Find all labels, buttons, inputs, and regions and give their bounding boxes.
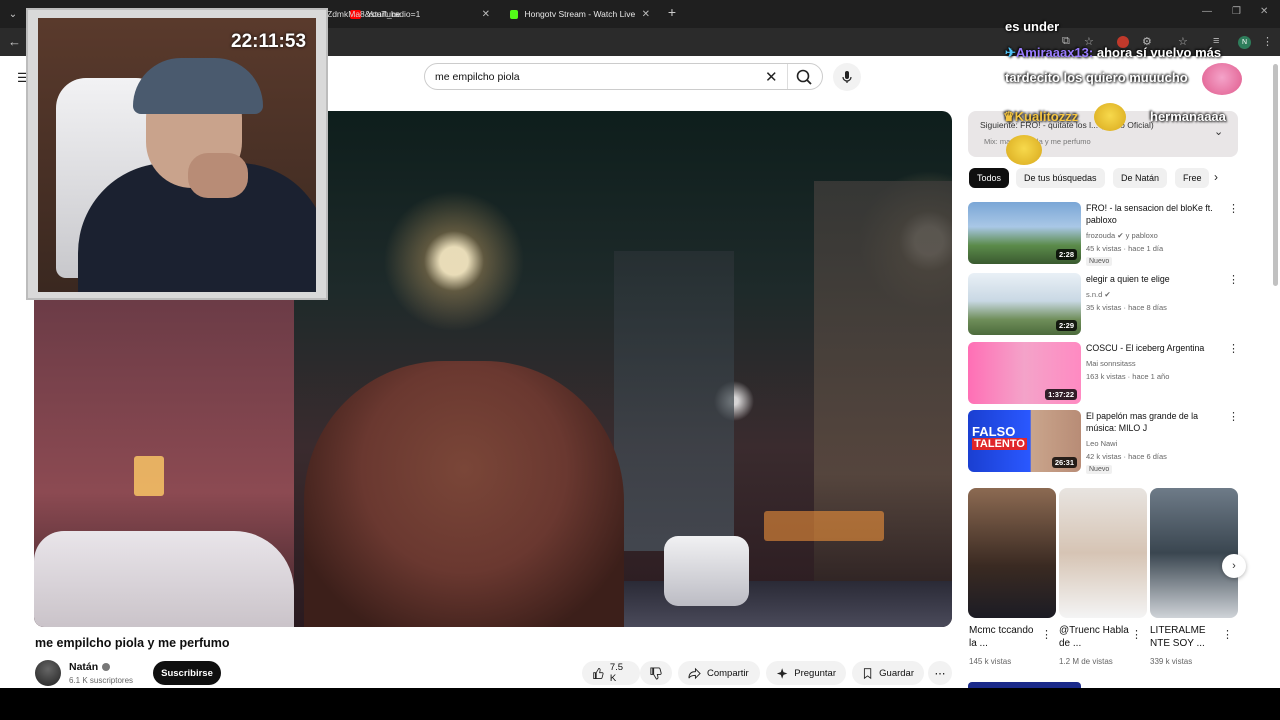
more-actions-button[interactable]: ⋯ (928, 661, 952, 685)
video-scene-car (34, 531, 294, 627)
maximize-icon[interactable]: ❐ (1232, 6, 1241, 17)
short-title[interactable]: @Truenc Habla de ... (1059, 624, 1129, 650)
chip-de-natan[interactable]: De Natán (1113, 168, 1168, 188)
scrollbar-thumb[interactable] (1273, 64, 1278, 286)
short-thumbnail[interactable] (968, 488, 1056, 618)
more-options-icon[interactable]: ⋮ (1131, 628, 1142, 641)
short-views: 339 k vistas (1150, 657, 1193, 666)
clear-search-icon[interactable]: ✕ (765, 68, 778, 86)
tab-search-button[interactable]: ⌄ (0, 0, 26, 28)
video-title: me empilcho piola y me perfumo (35, 636, 230, 650)
stream-clock: 22:11:53 (231, 31, 307, 52)
microphone-icon (842, 71, 852, 83)
sparkle-icon (776, 667, 788, 679)
chevron-down-icon[interactable]: ⌄ (1214, 125, 1223, 138)
search-icon[interactable] (795, 68, 815, 86)
bookmark-icon (863, 667, 872, 679)
short-title[interactable]: LITERALME NTE SOY ... (1150, 624, 1220, 650)
profile-avatar[interactable]: N (1238, 36, 1251, 49)
short-title[interactable]: Mcmc tccando la ... (969, 624, 1039, 650)
more-options-icon[interactable]: ⋮ (1228, 202, 1239, 215)
close-tab-icon[interactable]: ✕ (482, 9, 490, 20)
chevron-right-icon[interactable]: › (1214, 170, 1218, 184)
chip-todos[interactable]: Todos (969, 168, 1010, 188)
thumbnail-text: FALSO (972, 424, 1016, 439)
webcam-hand (188, 153, 248, 198)
like-button[interactable]: 7.5 K (582, 661, 640, 685)
new-tab-button[interactable]: + (664, 4, 680, 20)
video-scene-person (304, 361, 624, 627)
dislike-button[interactable] (640, 661, 672, 685)
channel-name[interactable]: Natán (69, 661, 111, 673)
video-scene-street (594, 581, 952, 627)
short-views: 1.2 M de vistas (1059, 657, 1113, 666)
recommendation-item[interactable]: 1:37:22 COSCU - El iceberg Argentina Mai… (968, 342, 1239, 404)
more-options-icon[interactable]: ⋮ (1228, 410, 1239, 423)
more-options-icon[interactable]: ⋮ (1228, 342, 1239, 355)
recommendation-item[interactable]: FALSO TALENTO 26:31 El papelón mas grand… (968, 410, 1239, 474)
kick-icon (510, 9, 519, 19)
tab-hongotv[interactable]: Hongotv Stream - Watch Live o ✕ (502, 2, 658, 26)
webcam-cap (133, 58, 263, 114)
subscribe-button[interactable]: Suscribirse (153, 661, 221, 685)
video-scene-tower (614, 251, 734, 551)
letterbox-bar (0, 688, 1280, 720)
back-icon[interactable]: ← (8, 34, 21, 49)
webcam-feed (38, 18, 316, 292)
close-tab-icon[interactable]: ✕ (642, 9, 650, 20)
chat-message: es under (1005, 19, 1060, 34)
thumbs-down-icon (650, 666, 662, 680)
chat-badge-icon: ✈ (1005, 45, 1016, 60)
recommendation-item[interactable]: 2:28 FRO! - la sensacion del bloKe ft. p… (968, 202, 1239, 266)
short-thumbnail[interactable] (1059, 488, 1147, 618)
browser-menu-icon[interactable]: ⋮ (1262, 35, 1273, 48)
chat-message: tardecito los quiero muuucho (1005, 70, 1188, 85)
sad-emote-icon (1006, 135, 1042, 165)
more-options-icon[interactable]: ⋮ (1222, 628, 1233, 641)
more-icon: ⋯ (934, 667, 946, 680)
short-thumbnail[interactable] (1150, 488, 1238, 618)
search-box[interactable]: me empilcho piola ✕ (424, 63, 823, 90)
chat-message: ✈Amiraaax13: ahora sí vuelvo más (1005, 45, 1222, 60)
channel-avatar[interactable] (35, 660, 61, 686)
more-options-icon[interactable]: ⋮ (1228, 273, 1239, 286)
new-badge: Nuevo (1086, 257, 1113, 266)
voice-search-button[interactable] (833, 63, 861, 91)
short-views: 145 k vistas (969, 657, 1012, 666)
chat-emote-icon (1202, 63, 1242, 95)
share-button[interactable]: Compartir (678, 661, 760, 685)
chat-message: hermanaaaa (1150, 109, 1226, 124)
share-icon (688, 667, 701, 679)
chip-free[interactable]: Free (1175, 168, 1209, 188)
url-field[interactable]: ZdmkMa8&start_radio=1 (327, 9, 420, 19)
video-scene-neon (764, 511, 884, 541)
more-options-icon[interactable]: ⋮ (1041, 628, 1052, 641)
search-input[interactable]: me empilcho piola (435, 71, 520, 83)
search-divider (787, 64, 788, 89)
new-badge: Nuevo (1086, 465, 1113, 474)
ask-button[interactable]: Preguntar (766, 661, 846, 685)
chip-de-tus-busquedas[interactable]: De tus búsquedas (1016, 168, 1105, 188)
video-scene-neon (134, 456, 164, 496)
chat-message: ♛Kualitozzz (1003, 109, 1079, 124)
crown-icon: ♛ (1003, 109, 1015, 124)
video-thumbnail[interactable]: FALSO TALENTO 26:31 (968, 410, 1081, 472)
video-thumbnail[interactable]: 1:37:22 (968, 342, 1081, 404)
recommendation-item[interactable]: 2:29 elegir a quien te elige s.n.d ✔ 35 … (968, 273, 1239, 335)
chevron-right-icon[interactable]: › (1222, 554, 1246, 578)
thumbs-up-icon (593, 667, 604, 679)
save-button[interactable]: Guardar (852, 661, 924, 685)
screen: ⌄ YouTube ✕ Hongotv Stream - Watch Live … (0, 0, 1280, 720)
sad-emote-icon (1094, 103, 1126, 131)
subscriber-count: 6.1 K suscriptores (69, 676, 134, 685)
video-scene-car (664, 536, 749, 606)
window-close-icon[interactable]: ✕ (1260, 6, 1268, 17)
thumbnail-text: TALENTO (972, 438, 1027, 450)
video-thumbnail[interactable]: 2:28 (968, 202, 1081, 264)
minimize-icon[interactable]: — (1202, 6, 1212, 17)
video-thumbnail[interactable]: 2:29 (968, 273, 1081, 335)
verified-icon (102, 663, 111, 672)
